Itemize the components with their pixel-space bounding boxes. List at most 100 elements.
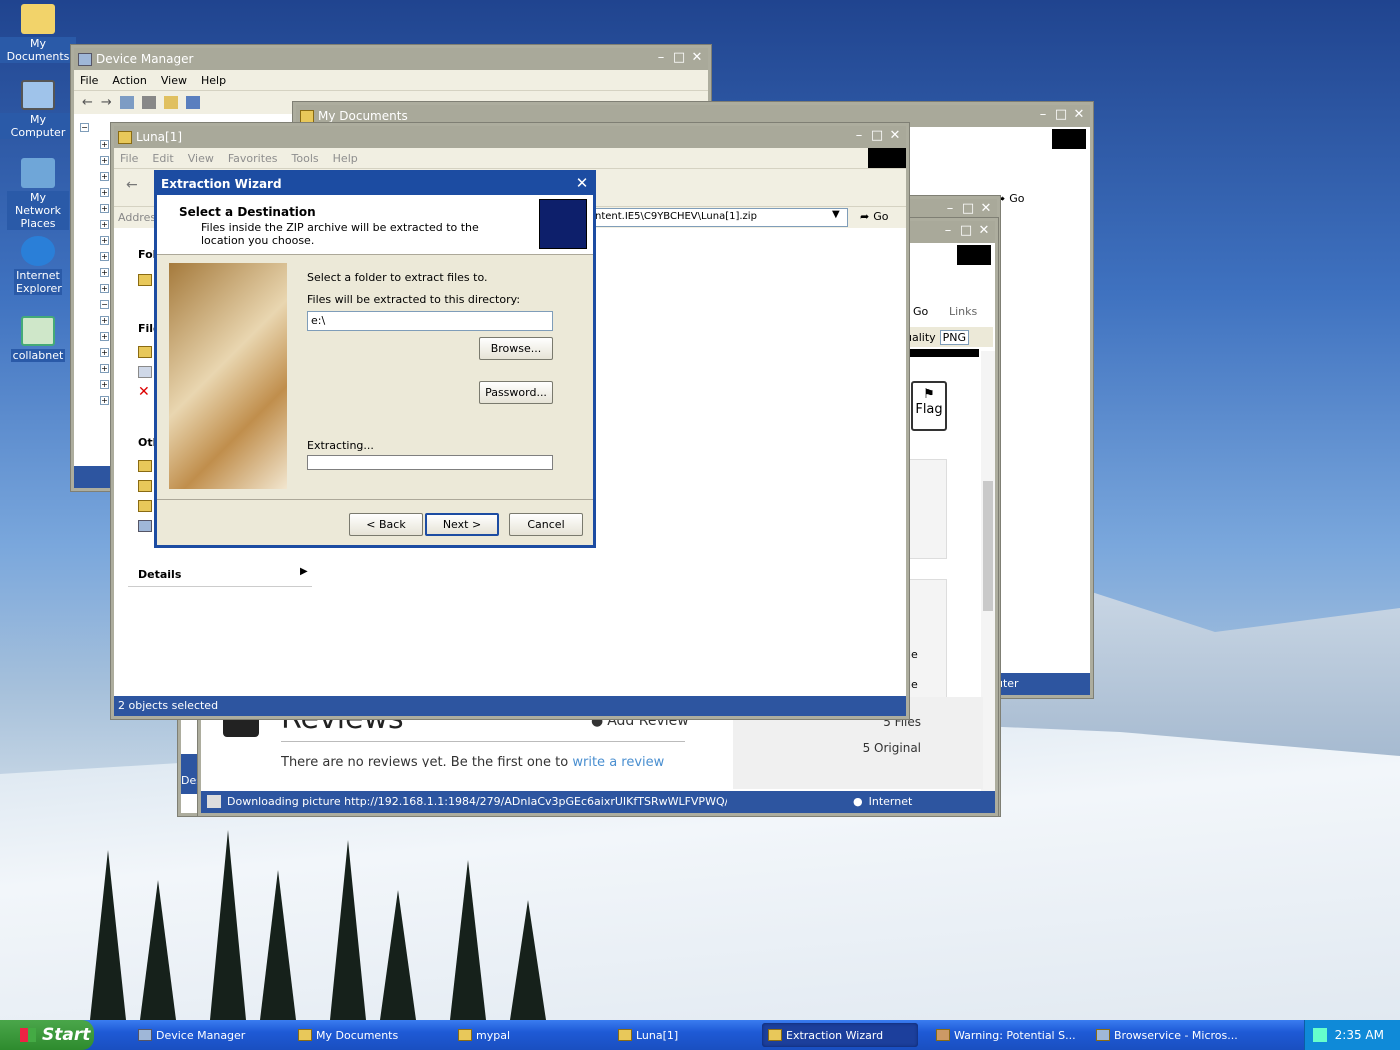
close-button[interactable]: ✕: [575, 176, 589, 191]
clock[interactable]: 2:35 AM: [1335, 1028, 1384, 1042]
desktop-icon-my-documents[interactable]: My Documents: [0, 4, 76, 63]
task-browservice[interactable]: Browservice - Micros...: [1090, 1023, 1250, 1047]
menu-edit[interactable]: Edit: [152, 152, 173, 165]
desktop-icon-collabnet[interactable]: collabnet: [0, 316, 76, 362]
close-button[interactable]: ✕: [979, 202, 993, 216]
tree-collapse-icon[interactable]: −: [80, 123, 89, 132]
task-luna[interactable]: Luna[1]: [612, 1023, 758, 1047]
go-button[interactable]: ➦ Go: [860, 210, 888, 223]
scrollbar[interactable]: [981, 351, 995, 791]
maximize-button[interactable]: □: [672, 51, 686, 65]
tree-expand-icon[interactable]: +: [100, 188, 109, 197]
window-title: My Documents: [318, 109, 408, 123]
tree-expand-icon[interactable]: +: [100, 380, 109, 389]
back-arrow-icon[interactable]: ←: [126, 177, 138, 193]
close-button[interactable]: ✕: [1072, 108, 1086, 122]
toolbar-divider: [905, 349, 979, 357]
tree-expand-icon[interactable]: +: [100, 332, 109, 341]
menu-file[interactable]: File: [120, 152, 138, 165]
chevron-down-icon[interactable]: ▼: [832, 209, 840, 220]
minimize-button[interactable]: –: [1036, 108, 1050, 122]
address-input[interactable]: ntent.IE5\C9YBCHEV\Luna[1].zip: [592, 208, 848, 227]
task-my-documents[interactable]: My Documents: [292, 1023, 450, 1047]
task-warning[interactable]: Warning: Potential S...: [930, 1023, 1088, 1047]
go-button[interactable]: Go: [913, 305, 928, 318]
tray-icon[interactable]: [1313, 1028, 1327, 1042]
menu-view[interactable]: View: [188, 152, 214, 165]
next-button[interactable]: Next >: [425, 513, 499, 536]
extraction-wizard-dialog[interactable]: Extraction Wizard ✕ Select a Destination…: [154, 170, 596, 548]
tree-expand-icon[interactable]: +: [100, 348, 109, 357]
minimize-button[interactable]: –: [654, 51, 668, 65]
title-bar[interactable]: Luna[1] – □ ✕: [114, 126, 906, 148]
task-mypal[interactable]: mypal: [452, 1023, 610, 1047]
menu-favorites[interactable]: Favorites: [228, 152, 278, 165]
forward-arrow-icon[interactable]: →: [101, 95, 112, 110]
properties-icon[interactable]: [119, 96, 134, 109]
close-button[interactable]: ✕: [977, 224, 991, 238]
network-icon: [138, 520, 152, 532]
desktop-icon-my-computer[interactable]: My Computer: [0, 80, 76, 139]
maximize-button[interactable]: □: [961, 202, 975, 216]
menu-help[interactable]: Help: [201, 74, 226, 87]
tree-expand-icon[interactable]: +: [100, 396, 109, 405]
back-arrow-icon[interactable]: ←: [82, 95, 93, 110]
browse-button[interactable]: Browse...: [479, 337, 553, 360]
start-label: Start: [42, 1025, 91, 1045]
go-label: Go: [1009, 191, 1025, 205]
maximize-button[interactable]: □: [959, 224, 973, 238]
minimize-button[interactable]: –: [941, 224, 955, 238]
tree-expand-icon[interactable]: +: [100, 156, 109, 165]
tree-expand-icon[interactable]: +: [100, 268, 109, 277]
desktop-icon-network-places[interactable]: My Network Places: [0, 158, 76, 230]
globe-icon: ●: [853, 795, 863, 808]
flag-button[interactable]: ⚑ Flag: [911, 381, 947, 431]
menu-help[interactable]: Help: [333, 152, 358, 165]
maximize-button[interactable]: □: [1054, 108, 1068, 122]
maximize-button[interactable]: □: [870, 129, 884, 143]
minimize-button[interactable]: –: [852, 129, 866, 143]
tree-expand-icon[interactable]: +: [100, 364, 109, 373]
tree-expand-icon[interactable]: +: [100, 316, 109, 325]
password-button[interactable]: Password...: [479, 381, 553, 404]
close-button[interactable]: ✕: [690, 51, 704, 65]
tree-expand-icon[interactable]: −: [100, 300, 109, 309]
tree-expand-icon[interactable]: +: [100, 140, 109, 149]
task-extraction-wizard[interactable]: Extraction Wizard: [762, 1023, 918, 1047]
tree-expand-icon[interactable]: +: [100, 172, 109, 181]
tree-expand-icon[interactable]: +: [100, 284, 109, 293]
directory-input[interactable]: e:\: [307, 311, 553, 331]
tree-expand-icon[interactable]: +: [100, 220, 109, 229]
close-button[interactable]: ✕: [888, 129, 902, 143]
title-bar[interactable]: Device Manager – □ ✕: [74, 48, 708, 70]
task-label: Luna[1]: [636, 1028, 679, 1042]
title-bar[interactable]: Extraction Wizard ✕: [157, 173, 593, 195]
tree-expand-icon[interactable]: +: [100, 204, 109, 213]
scan-icon[interactable]: [185, 96, 200, 109]
menu-file[interactable]: File: [80, 74, 98, 87]
status-bar: Downloading picture http://192.168.1.1:1…: [201, 791, 995, 813]
cancel-button[interactable]: Cancel: [509, 513, 583, 536]
menu-tools[interactable]: Tools: [292, 152, 319, 165]
minimize-button[interactable]: –: [943, 202, 957, 216]
write-review-link[interactable]: write a review: [572, 755, 664, 767]
task-device-manager[interactable]: Device Manager: [132, 1023, 290, 1047]
menu-bar: File Edit View Favorites Tools Help: [114, 148, 906, 168]
details-header[interactable]: Details: [138, 568, 181, 581]
wizard-header: Select a Destination Files inside the ZI…: [157, 195, 593, 255]
menu-action[interactable]: Action: [112, 74, 146, 87]
go-button[interactable]: ➦ Go: [996, 189, 1036, 207]
folder-icon: [138, 460, 152, 472]
help-icon[interactable]: [163, 96, 178, 109]
desktop-icon-internet-explorer[interactable]: Internet Explorer: [0, 236, 76, 295]
chevron-right-icon[interactable]: ▶: [300, 566, 308, 577]
links-button[interactable]: Links: [949, 305, 977, 318]
quality-select[interactable]: PNG: [939, 329, 970, 345]
back-button[interactable]: < Back: [349, 513, 423, 536]
tree-expand-icon[interactable]: +: [100, 236, 109, 245]
menu-view[interactable]: View: [161, 74, 187, 87]
tree-expand-icon[interactable]: +: [100, 252, 109, 261]
windows-logo-icon: [868, 148, 906, 168]
start-button[interactable]: Start: [0, 1020, 94, 1050]
print-icon[interactable]: [141, 96, 156, 109]
